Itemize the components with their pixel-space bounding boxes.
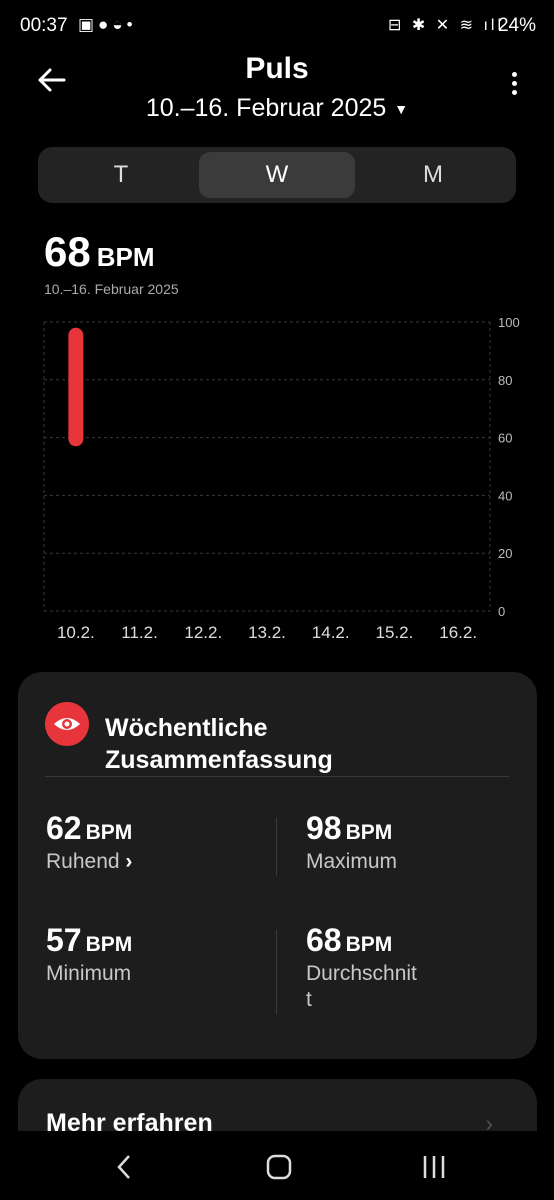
navigation-bar xyxy=(0,1131,554,1200)
header: Puls 10.–16. Februar 2025 ▼ xyxy=(0,52,554,132)
tab-week[interactable]: W xyxy=(199,152,355,198)
more-options-icon[interactable] xyxy=(508,72,520,100)
y-tick-label: 20 xyxy=(498,546,512,561)
x-tick-label: 12.2. xyxy=(184,623,222,642)
stat-minimum: 57 BPM Minimum xyxy=(46,922,246,987)
y-tick-label: 100 xyxy=(498,315,520,330)
nav-recents-icon[interactable] xyxy=(414,1151,454,1183)
nav-home-icon[interactable] xyxy=(259,1151,299,1183)
stat-resting-unit: BPM xyxy=(85,821,133,844)
average-bpm-value: 68 xyxy=(44,228,91,275)
battery-level: 24% xyxy=(497,15,536,36)
summary-date-range: 10.–16. Februar 2025 xyxy=(44,281,179,297)
system-status-icons: ⊟ ✱ ✕ ≋ ıll xyxy=(388,17,504,34)
date-range-dropdown[interactable]: 10.–16. Februar 2025 ▼ xyxy=(0,94,554,123)
y-tick-label: 60 xyxy=(498,431,512,446)
y-tick-label: 0 xyxy=(498,604,505,619)
divider xyxy=(45,776,509,777)
y-tick-label: 80 xyxy=(498,373,512,388)
average-bpm-display: 68 BPM xyxy=(44,228,155,276)
weekly-summary-title-line1: Wöchentliche xyxy=(105,714,268,742)
tab-month[interactable]: M xyxy=(355,152,511,198)
x-tick-label: 14.2. xyxy=(312,623,350,642)
tab-day[interactable]: T xyxy=(43,152,199,198)
stat-minimum-value: 57 xyxy=(46,922,82,958)
weekly-summary-card: Wöchentliche Zusammenfassung 62 BPM Ruhen… xyxy=(18,672,537,1059)
x-tick-label: 16.2. xyxy=(439,623,477,642)
eye-icon xyxy=(45,702,89,746)
stat-average-value: 68 xyxy=(306,922,342,958)
notification-icons: ▣●◒• xyxy=(78,15,137,34)
x-tick-label: 15.2. xyxy=(376,623,414,642)
stat-divider xyxy=(276,930,277,1014)
date-range-label: 10.–16. Februar 2025 xyxy=(145,94,387,122)
stat-maximum: 98 BPM Maximum xyxy=(306,810,506,875)
stat-resting-label: Ruhend xyxy=(46,850,120,873)
stat-maximum-value: 98 xyxy=(306,810,342,846)
range-bar xyxy=(68,327,84,447)
stat-average-label: Durchschnit t xyxy=(306,961,506,1013)
average-bpm-unit: BPM xyxy=(96,242,155,272)
stat-average-unit: BPM xyxy=(345,933,393,956)
x-tick-label: 13.2. xyxy=(248,623,286,642)
stat-maximum-label: Maximum xyxy=(306,850,398,873)
stat-maximum-unit: BPM xyxy=(345,821,393,844)
period-segmented-control: T W M xyxy=(38,147,516,203)
stat-minimum-unit: BPM xyxy=(85,933,133,956)
stat-average: 68 BPM Durchschnit t xyxy=(306,922,506,1013)
stat-divider xyxy=(276,818,277,876)
dropdown-caret-icon: ▼ xyxy=(394,101,409,118)
chevron-right-icon: › xyxy=(125,850,133,873)
stat-minimum-label: Minimum xyxy=(46,962,132,985)
y-tick-label: 40 xyxy=(498,488,512,503)
stat-average-label-line2: t xyxy=(306,988,312,1011)
status-bar: 00:37 ▣●◒• ⊟ ✱ ✕ ≋ ıll 24% xyxy=(0,0,554,52)
nav-back-icon[interactable] xyxy=(104,1151,144,1183)
weekly-summary-title-line2: Zusammenfassung xyxy=(105,746,333,774)
x-tick-label: 10.2. xyxy=(57,623,95,642)
heart-rate-chart[interactable]: 100 80 60 40 20 0 10.2. 11.2. 12.2. 13.2. 14.2. 15.… xyxy=(0,305,554,650)
learn-more-card[interactable]: Mehr erfahren › xyxy=(18,1079,537,1139)
x-tick-label: 11.2. xyxy=(121,623,158,642)
stat-resting-value: 62 xyxy=(46,810,82,846)
stat-average-label-line1: Durchschnit xyxy=(306,962,417,985)
status-time: 00:37 xyxy=(20,15,68,36)
stat-resting[interactable]: 62 BPM Ruhend › xyxy=(46,810,246,875)
page-title: Puls xyxy=(245,52,309,85)
weekly-summary-title: Wöchentliche Zusammenfassung xyxy=(105,712,333,776)
